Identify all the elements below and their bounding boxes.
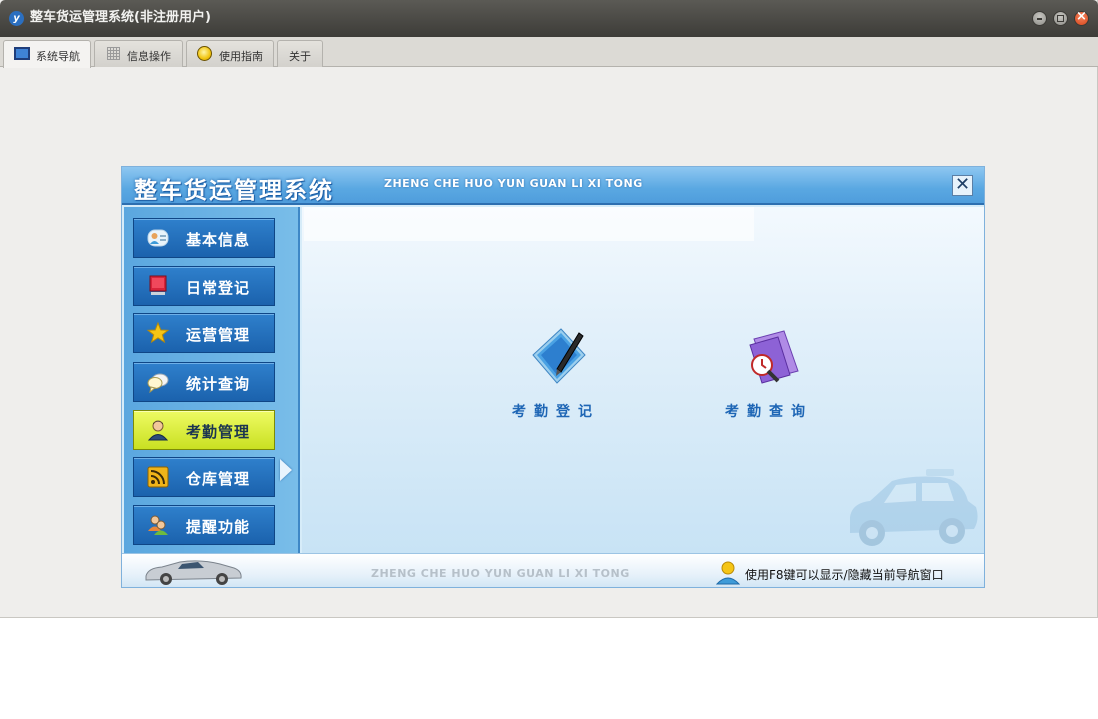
menu-label: 日常登记 bbox=[186, 279, 251, 297]
close-window-button[interactable] bbox=[1074, 9, 1089, 26]
monitor-icon bbox=[149, 275, 167, 295]
menu-label: 运营管理 bbox=[186, 326, 251, 344]
panel-subtitle: ZHENG CHE HUO YUN GUAN LI XI TONG bbox=[384, 177, 643, 190]
users-icon bbox=[148, 515, 168, 535]
pen-document-icon bbox=[532, 328, 586, 384]
app-logo-icon: y bbox=[9, 11, 24, 26]
maximize-button[interactable] bbox=[1053, 11, 1068, 26]
menu-label: 基本信息 bbox=[186, 231, 251, 249]
tab-user-guide[interactable]: 使用指南 bbox=[186, 40, 274, 67]
panel-close-button[interactable]: ✕ bbox=[952, 175, 973, 196]
menu-label: 考勤管理 bbox=[186, 423, 251, 441]
footer-brand-text: ZHENG CHE HUO YUN GUAN LI XI TONG bbox=[371, 567, 630, 580]
rss-icon bbox=[147, 466, 169, 488]
content-highlight bbox=[304, 207, 754, 241]
monitor-icon bbox=[14, 47, 30, 60]
menu-item-operations[interactable]: 运营管理 bbox=[133, 313, 275, 353]
minimize-button[interactable] bbox=[1032, 11, 1047, 26]
tab-info-operation[interactable]: 信息操作 bbox=[94, 40, 183, 67]
user-icon bbox=[147, 420, 169, 441]
menu-item-daily-register[interactable]: 日常登记 bbox=[133, 266, 275, 306]
function-label: 考勤查询 bbox=[725, 404, 813, 420]
menu-item-reminder[interactable]: 提醒功能 bbox=[133, 505, 275, 545]
id-card-icon bbox=[147, 229, 169, 247]
tab-label: 系统导航 bbox=[36, 50, 80, 63]
tab-bar: 系统导航 信息操作 使用指南 关于 bbox=[0, 37, 1098, 68]
taxi-watermark-icon bbox=[850, 469, 978, 546]
sports-car-icon bbox=[145, 560, 242, 585]
clock-search-icon bbox=[749, 330, 799, 384]
tab-label: 信息操作 bbox=[127, 50, 171, 63]
tab-label: 关于 bbox=[289, 50, 311, 63]
chat-bubble-icon bbox=[147, 373, 169, 393]
panel-footer: ZHENG CHE HUO YUN GUAN LI XI TONG 使用F8键可… bbox=[122, 553, 984, 587]
bulb-icon bbox=[197, 46, 212, 61]
user-hint-icon bbox=[716, 561, 740, 585]
function-attendance-query[interactable]: 考勤查询 bbox=[695, 325, 835, 435]
menu-item-warehouse[interactable]: 仓库管理 bbox=[133, 457, 275, 497]
tab-about[interactable]: 关于 bbox=[277, 40, 323, 67]
tab-label: 使用指南 bbox=[219, 50, 263, 63]
window-title: 整车货运管理系统(非注册用户) bbox=[30, 10, 211, 25]
menu-item-basic-info[interactable]: 基本信息 bbox=[133, 218, 275, 258]
function-attendance-register[interactable]: 考勤登记 bbox=[482, 325, 622, 435]
active-menu-arrow-icon bbox=[280, 459, 292, 481]
menu-item-statistics[interactable]: 统计查询 bbox=[133, 362, 275, 402]
main-window: y 整车货运管理系统(非注册用户) 系统导航 信息操作 使用指南 关于 整车货运… bbox=[0, 0, 1098, 618]
title-bar[interactable]: y 整车货运管理系统(非注册用户) bbox=[0, 0, 1098, 37]
menu-item-attendance[interactable]: 考勤管理 bbox=[133, 410, 275, 450]
function-area: 考勤登记 考勤查询 bbox=[302, 207, 984, 553]
navigation-panel: 整车货运管理系统 ZHENG CHE HUO YUN GUAN LI XI TO… bbox=[121, 166, 985, 588]
function-label: 考勤登记 bbox=[512, 404, 600, 420]
menu-label: 仓库管理 bbox=[186, 470, 251, 488]
panel-title: 整车货运管理系统 bbox=[134, 178, 334, 204]
grid-icon bbox=[107, 47, 120, 60]
footer-hint-text: 使用F8键可以显示/隐藏当前导航窗口 bbox=[745, 568, 944, 582]
panel-header: 整车货运管理系统 ZHENG CHE HUO YUN GUAN LI XI TO… bbox=[122, 167, 984, 205]
menu-label: 提醒功能 bbox=[186, 518, 251, 536]
tab-system-nav[interactable]: 系统导航 bbox=[3, 40, 91, 68]
star-icon bbox=[147, 322, 169, 344]
side-menu: 基本信息 日常登记 运营管理 统计查询 考勤管理 仓库管理 提醒功能 bbox=[124, 207, 300, 553]
menu-label: 统计查询 bbox=[186, 375, 251, 393]
